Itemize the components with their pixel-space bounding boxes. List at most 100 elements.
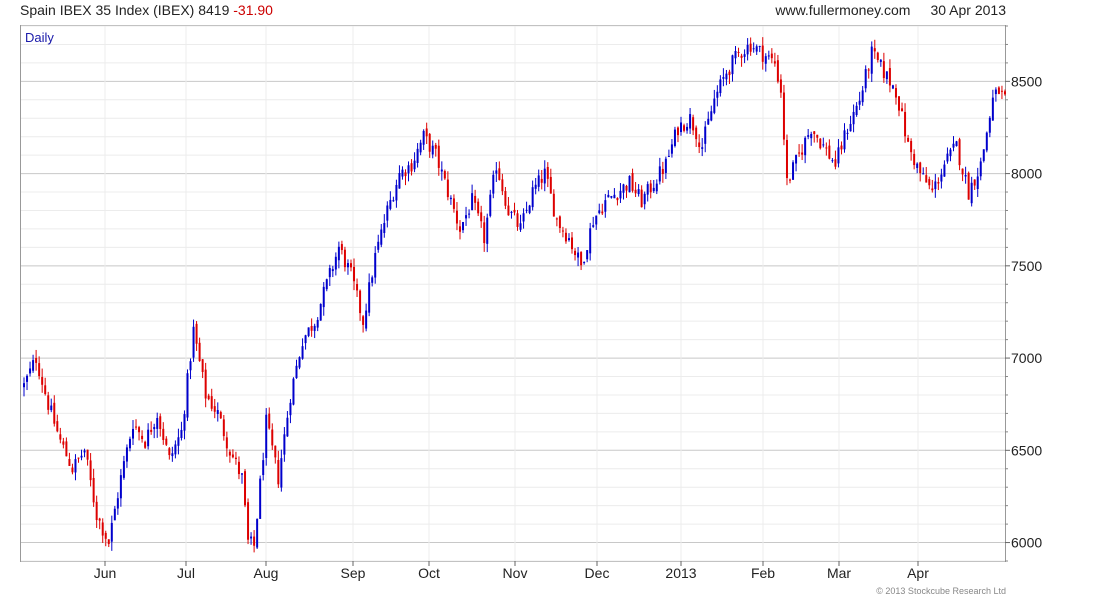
x-tick-label: Jun (94, 565, 117, 581)
candle-body (474, 195, 477, 203)
candle-body (298, 357, 301, 368)
candle-body (271, 429, 274, 446)
candle-body (852, 111, 855, 125)
candle-body (537, 175, 540, 187)
candle-body (758, 45, 761, 47)
candle-body (913, 153, 916, 166)
candle-body (931, 188, 934, 191)
candle-body (846, 132, 849, 134)
candle-body (879, 59, 882, 62)
candle-body (707, 118, 710, 125)
candle-body (510, 211, 513, 213)
candle-body (970, 182, 973, 204)
candle-body (186, 373, 189, 418)
candle-body (637, 189, 640, 195)
candle-body (122, 461, 125, 478)
candle-body (607, 194, 610, 198)
candle-body (210, 396, 213, 409)
candle-body (131, 428, 134, 439)
candle-body (295, 365, 298, 379)
candle-body (32, 360, 35, 371)
candle-body (910, 140, 913, 153)
candle-body (116, 498, 119, 509)
candle-body (319, 304, 322, 321)
candle-body (304, 335, 307, 344)
candle-body (428, 133, 431, 152)
candle-body (822, 144, 825, 146)
candle-body (247, 502, 250, 540)
copyright-note: © 2013 Stockcube Research Ltd (876, 586, 1006, 596)
candle-body (92, 477, 95, 503)
candle-body (192, 326, 195, 358)
candle-body (743, 54, 746, 57)
candle-body (29, 368, 32, 374)
candle-body (250, 536, 253, 539)
candle-body (625, 185, 628, 191)
candle-body (598, 210, 601, 214)
candle-body (816, 134, 819, 138)
candle-body (580, 252, 583, 266)
candle-body (583, 262, 586, 264)
candle-body (631, 173, 634, 191)
candle-body (222, 419, 225, 437)
candle-body (646, 184, 649, 195)
candle-body (740, 55, 743, 58)
candle-body (153, 427, 156, 430)
candle-body (322, 286, 325, 308)
candle-body (795, 154, 798, 164)
candle-body (673, 129, 676, 146)
candle-body (513, 209, 516, 213)
candle-body (404, 172, 407, 177)
candle-body (56, 421, 59, 432)
candle-body (686, 126, 689, 131)
candle-body (925, 175, 928, 183)
candle-body (728, 71, 731, 76)
candle-body (689, 114, 692, 129)
period-label: Daily (25, 30, 54, 45)
candle-body (988, 117, 991, 133)
candle-body (59, 434, 62, 440)
candle-body (480, 212, 483, 222)
candle-body (782, 92, 785, 140)
candle-body (62, 441, 65, 445)
candle-body (661, 168, 664, 175)
candle-body (477, 201, 480, 214)
candle-body (489, 194, 492, 216)
candle-body (973, 179, 976, 186)
candle-body (213, 406, 216, 412)
candle-body (80, 455, 83, 458)
candle-body (159, 416, 162, 430)
candle-body (776, 60, 779, 82)
candle-body (810, 133, 813, 139)
candle-body (110, 522, 113, 542)
candle-body (262, 460, 265, 476)
candle-body (916, 163, 919, 168)
candle-body (416, 148, 419, 163)
candle-body (119, 475, 122, 499)
candle-body (471, 193, 474, 211)
candle-body (234, 457, 237, 460)
candle-body (828, 145, 831, 159)
candle-body (383, 222, 386, 234)
candle-body (779, 79, 782, 93)
candle-body (204, 369, 207, 399)
candle-body (837, 147, 840, 164)
candle-body (722, 77, 725, 79)
candle-body (552, 193, 555, 217)
candle-body (761, 45, 764, 62)
candle-body (549, 176, 552, 194)
candle-body (265, 414, 268, 458)
candle-body (619, 190, 622, 199)
candle-body (346, 263, 349, 268)
candle-body (922, 173, 925, 175)
candle-body (807, 135, 810, 137)
candle-body (525, 209, 528, 211)
candle-body (698, 142, 701, 148)
candle-body (26, 375, 29, 382)
candle-body (858, 100, 861, 105)
candle-body (792, 162, 795, 180)
candle-body (177, 437, 180, 446)
candle-body (44, 385, 47, 394)
candle-body (244, 471, 247, 506)
candle-body (228, 451, 231, 456)
